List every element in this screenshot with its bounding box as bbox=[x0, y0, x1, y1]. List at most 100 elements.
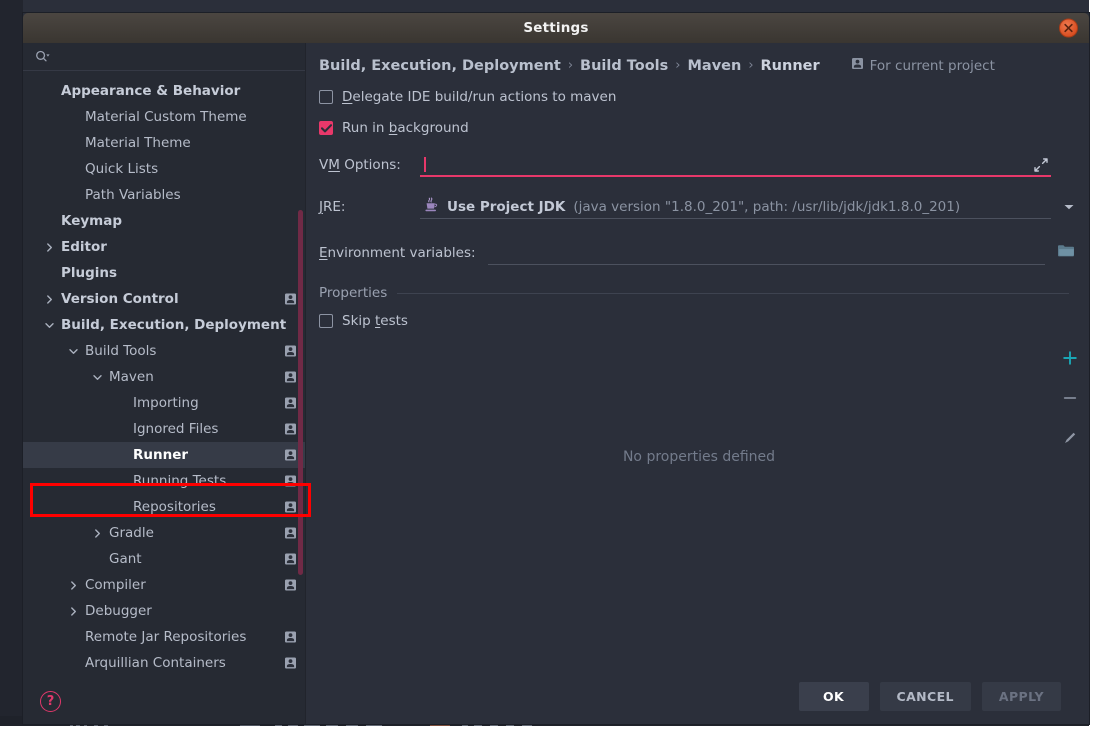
sidebar-item-label: Remote Jar Repositories bbox=[85, 629, 247, 645]
add-property-button[interactable] bbox=[1061, 349, 1079, 367]
sidebar-item-repositories[interactable]: Repositories bbox=[23, 494, 305, 520]
sidebar-item-quick-lists[interactable]: Quick Lists bbox=[23, 156, 305, 182]
checkbox-box bbox=[319, 90, 333, 104]
person-glyph bbox=[851, 58, 863, 69]
check-glyph bbox=[320, 123, 332, 132]
person-glyph bbox=[285, 579, 296, 591]
for-current-project-icon bbox=[851, 57, 864, 74]
environment-variables-label: Environment variables: bbox=[319, 245, 476, 261]
properties-section-header: Properties bbox=[319, 285, 1079, 301]
for-current-project-icon bbox=[284, 397, 297, 410]
sidebar-item-running-tests[interactable]: Running Tests bbox=[23, 468, 305, 494]
sidebar-item-runner[interactable]: Runner bbox=[23, 442, 305, 468]
settings-tree[interactable]: Appearance & Behavior Material Custom The… bbox=[23, 71, 305, 678]
label-rest: nvironment variables: bbox=[327, 245, 476, 261]
chevron-right-icon[interactable] bbox=[67, 605, 79, 617]
chevron-right-icon[interactable] bbox=[43, 293, 55, 305]
chevron-down-icon[interactable] bbox=[67, 345, 79, 357]
chevron-down-icon[interactable] bbox=[43, 319, 55, 331]
breadcrumb-separator: › bbox=[567, 58, 574, 73]
chevron-right-icon[interactable] bbox=[67, 579, 79, 591]
scope-indicator: For current project bbox=[851, 57, 995, 74]
for-current-project-icon bbox=[284, 423, 297, 436]
person-glyph bbox=[285, 423, 296, 435]
expand-icon[interactable] bbox=[1034, 158, 1048, 172]
cancel-button[interactable]: CANCEL bbox=[879, 681, 971, 711]
jre-combobox[interactable]: Use Project JDK (java version "1.8.0_201… bbox=[420, 195, 1051, 219]
settings-dialog: Settings Appearance & Behavior Material … bbox=[23, 13, 1089, 724]
search-glyph bbox=[36, 50, 50, 61]
sidebar-item-appearance-behavior[interactable]: Appearance & Behavior bbox=[23, 78, 305, 104]
sidebar-item-arquillian-containers[interactable]: Arquillian Containers bbox=[23, 650, 305, 676]
sidebar-item-plugins[interactable]: Plugins bbox=[23, 260, 305, 286]
mnemonic-letter: D bbox=[342, 89, 353, 105]
checkbox-box bbox=[319, 121, 333, 135]
close-icon[interactable] bbox=[1059, 18, 1078, 38]
properties-section-title: Properties bbox=[319, 285, 388, 301]
remove-property-button[interactable] bbox=[1061, 389, 1079, 407]
sidebar-item-label: Arquillian Containers bbox=[85, 655, 226, 671]
sidebar-item-material-theme[interactable]: Material Theme bbox=[23, 130, 305, 156]
sidebar-item-label: Importing bbox=[133, 395, 199, 411]
chevron-down-icon[interactable] bbox=[91, 371, 103, 383]
breadcrumb-separator: › bbox=[675, 58, 681, 73]
sidebar-item-version-control[interactable]: Version Control bbox=[23, 286, 305, 312]
sidebar-item-ignored-files[interactable]: Ignored Files bbox=[23, 416, 305, 442]
chevron-glyph bbox=[94, 528, 100, 538]
skip-tests-checkbox[interactable]: Skip tests bbox=[319, 313, 408, 329]
sidebar-item-label: Appearance & Behavior bbox=[61, 83, 241, 99]
breadcrumb-item-0[interactable]: Build, Execution, Deployment bbox=[319, 58, 561, 74]
sidebar-item-path-variables[interactable]: Path Variables bbox=[23, 182, 305, 208]
sidebar-item-build-tools[interactable]: Build Tools bbox=[23, 338, 305, 364]
chevron-down-icon[interactable] bbox=[1063, 196, 1075, 215]
breadcrumb-separator: › bbox=[748, 58, 754, 73]
section-divider bbox=[397, 292, 1069, 294]
sidebar-item-label: Runner bbox=[133, 447, 189, 463]
settings-search-row[interactable] bbox=[23, 43, 305, 71]
sidebar-item-remote-jar-repositories[interactable]: Remote Jar Repositories bbox=[23, 624, 305, 650]
sidebar-item-label: Maven bbox=[109, 369, 154, 385]
environment-variables-input[interactable] bbox=[487, 241, 1045, 265]
run-in-background-checkbox[interactable]: Run in background bbox=[319, 120, 469, 136]
sidebar-item-maven[interactable]: Maven bbox=[23, 364, 305, 390]
person-glyph bbox=[285, 449, 296, 461]
breadcrumb-item-1[interactable]: Build Tools bbox=[580, 58, 668, 74]
chevron-right-icon[interactable] bbox=[91, 527, 103, 539]
sidebar-item-build-execution-deployment[interactable]: Build, Execution, Deployment bbox=[23, 312, 305, 338]
sidebar-item-label: Ignored Files bbox=[133, 421, 219, 437]
label-prefix: Run in bbox=[342, 120, 389, 136]
label-rest: ests bbox=[380, 313, 408, 329]
sidebar-item-label: Build Tools bbox=[85, 343, 157, 359]
for-current-project-icon bbox=[284, 371, 297, 384]
sidebar-item-importing[interactable]: Importing bbox=[23, 390, 305, 416]
sidebar-item-material-custom-theme[interactable]: Material Custom Theme bbox=[23, 104, 305, 130]
edit-property-button[interactable] bbox=[1061, 429, 1079, 447]
sidebar-item-keymap[interactable]: Keymap bbox=[23, 208, 305, 234]
for-current-project-icon bbox=[284, 501, 297, 514]
sidebar-item-label: Build, Execution, Deployment bbox=[61, 317, 287, 333]
sidebar-item-debugger[interactable]: Debugger bbox=[23, 598, 305, 624]
sidebar-item-gradle[interactable]: Gradle bbox=[23, 520, 305, 546]
chevron-glyph bbox=[70, 580, 76, 590]
chevron-right-icon[interactable] bbox=[43, 241, 55, 253]
sidebar-item-editor[interactable]: Editor bbox=[23, 234, 305, 260]
label-rest: Options: bbox=[339, 157, 401, 173]
for-current-project-icon bbox=[284, 345, 297, 358]
sidebar-scrollbar[interactable] bbox=[298, 210, 303, 575]
folder-icon[interactable] bbox=[1057, 243, 1075, 258]
search-icon[interactable] bbox=[35, 50, 51, 64]
delegate-ide-build-checkbox[interactable]: Delegate IDE build/run actions to maven bbox=[319, 89, 616, 105]
person-glyph bbox=[285, 657, 296, 669]
breadcrumb-item-3[interactable]: Runner bbox=[761, 58, 820, 74]
person-glyph bbox=[285, 631, 296, 643]
sidebar-item-compiler[interactable]: Compiler bbox=[23, 572, 305, 598]
for-current-project-icon bbox=[284, 293, 297, 306]
breadcrumb-item-2[interactable]: Maven bbox=[687, 58, 741, 74]
ok-button[interactable]: OK bbox=[798, 681, 869, 711]
help-question-icon[interactable]: ? bbox=[40, 690, 61, 712]
label-rest: ackground bbox=[397, 120, 469, 136]
sidebar-item-label: Repositories bbox=[133, 499, 216, 515]
screen: Settings Appearance & Behavior Material … bbox=[0, 0, 1111, 740]
vm-options-input[interactable] bbox=[420, 154, 1051, 177]
sidebar-item-gant[interactable]: Gant bbox=[23, 546, 305, 572]
